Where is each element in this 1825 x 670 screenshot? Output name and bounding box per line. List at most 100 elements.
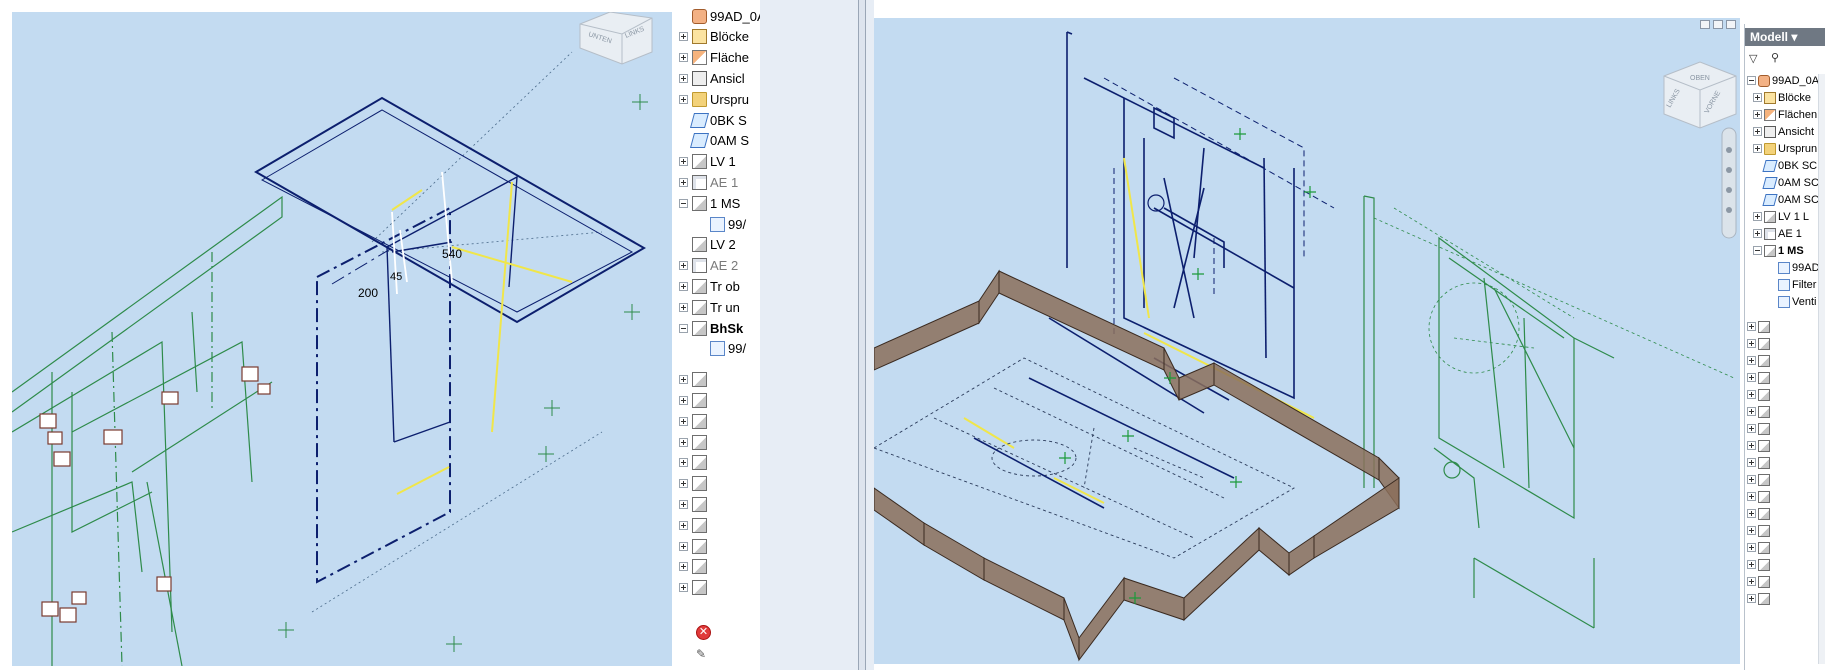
left-tree-item[interactable]: BhSk [679, 318, 743, 338]
expand-icon[interactable] [1747, 475, 1756, 484]
left-tree-item[interactable]: 0BK S [679, 110, 747, 130]
expand-icon[interactable] [1753, 127, 1762, 136]
right-tree-item-collapsed[interactable] [1747, 437, 1773, 454]
right-tree-item-collapsed[interactable] [1747, 335, 1773, 352]
right-tree-item-collapsed[interactable] [1747, 471, 1773, 488]
right-tree-item-collapsed[interactable] [1747, 522, 1773, 539]
splitter-bar[interactable] [858, 0, 866, 670]
left-tree-item[interactable]: LV 2 [679, 235, 736, 255]
expand-icon[interactable] [1747, 373, 1756, 382]
expand-icon[interactable] [679, 157, 688, 167]
expand-icon[interactable] [1747, 458, 1756, 467]
expand-icon[interactable] [679, 583, 688, 593]
expand-icon[interactable] [1753, 144, 1762, 153]
expand-icon[interactable] [1747, 492, 1756, 501]
right-tree-item[interactable]: AE 1 [1753, 225, 1802, 242]
right-tree-item[interactable]: 99AD [1767, 259, 1820, 276]
right-tree-item-collapsed[interactable] [1747, 420, 1773, 437]
right-tree-item-collapsed[interactable] [1747, 539, 1773, 556]
expand-icon[interactable] [1747, 509, 1756, 518]
right-tree-item-collapsed[interactable] [1747, 318, 1773, 335]
expand-icon[interactable] [1747, 594, 1756, 603]
expand-icon[interactable] [679, 499, 688, 509]
right-viewcube[interactable]: OBEN LINKS VORNE [1663, 61, 1737, 129]
left-tree-item[interactable]: 0AM S [679, 131, 749, 151]
right-tree-item-collapsed[interactable] [1747, 573, 1773, 590]
expand-icon[interactable] [1753, 93, 1762, 102]
left-tree-item-collapsed[interactable] [679, 557, 710, 577]
right-tree-item[interactable]: 0AM SC [1753, 174, 1819, 191]
left-tree-item-collapsed[interactable] [679, 370, 710, 390]
left-tree-item-collapsed[interactable] [679, 536, 710, 556]
expand-icon[interactable] [1747, 356, 1756, 365]
expand-icon[interactable] [1753, 110, 1762, 119]
collapse-icon[interactable] [679, 198, 688, 208]
right-tree-item[interactable]: 0AM SC [1753, 191, 1819, 208]
expand-icon[interactable] [679, 520, 688, 530]
tree-scrollbar[interactable] [1818, 74, 1825, 664]
left-tree-item-collapsed[interactable] [679, 494, 710, 514]
expand-icon[interactable] [679, 416, 688, 426]
expand-icon[interactable] [679, 541, 688, 551]
expand-icon[interactable] [679, 458, 688, 468]
left-tree-item[interactable]: Urspru [679, 89, 749, 109]
right-tree-item-collapsed[interactable] [1747, 386, 1773, 403]
expand-icon[interactable] [1753, 229, 1762, 238]
left-tree-item[interactable]: Tr un [679, 297, 740, 317]
right-tree-item-collapsed[interactable] [1747, 352, 1773, 369]
right-tree-item[interactable]: 99AD_0A C [1747, 72, 1825, 89]
expand-icon[interactable] [679, 261, 688, 271]
left-tree-item-collapsed[interactable] [679, 515, 710, 535]
expand-icon[interactable] [679, 395, 688, 405]
left-tree-item[interactable]: Ansicl [679, 68, 745, 88]
right-tree-item-collapsed[interactable] [1747, 369, 1773, 386]
restore-icon[interactable] [1713, 20, 1723, 29]
left-tree-item[interactable]: 99/ [697, 214, 746, 234]
expand-icon[interactable] [679, 73, 688, 83]
right-tree-item-collapsed[interactable] [1747, 590, 1773, 607]
left-tree-item[interactable]: 1 MS [679, 193, 740, 213]
close-icon[interactable] [1726, 20, 1736, 29]
expand-icon[interactable] [1747, 526, 1756, 535]
expand-icon[interactable] [679, 302, 688, 312]
left-tree-error-item[interactable]: ✕ [692, 622, 714, 642]
expand-icon[interactable] [1747, 339, 1756, 348]
left-viewcube[interactable]: UNTEN LINKS [579, 12, 653, 65]
collapse-icon[interactable] [1753, 246, 1762, 255]
minimize-icon[interactable] [1700, 20, 1710, 29]
expand-icon[interactable] [1747, 543, 1756, 552]
left-tree-item-collapsed[interactable] [679, 474, 710, 494]
expand-icon[interactable] [1747, 390, 1756, 399]
collapse-icon[interactable] [679, 323, 688, 333]
expand-icon[interactable] [1747, 577, 1756, 586]
expand-icon[interactable] [679, 479, 688, 489]
left-tree-item-collapsed[interactable] [679, 411, 710, 431]
left-tree-item-collapsed[interactable] [679, 453, 710, 473]
expand-icon[interactable] [679, 53, 688, 63]
expand-icon[interactable] [679, 562, 688, 572]
right-tree-item-collapsed[interactable] [1747, 454, 1773, 471]
pane-splitter[interactable] [760, 0, 874, 670]
right-3d-viewport[interactable]: OBEN LINKS VORNE [874, 18, 1740, 664]
right-tree-item[interactable]: 0BK SC [1753, 157, 1817, 174]
expand-icon[interactable] [1747, 322, 1756, 331]
right-tree-item[interactable]: Ansicht [1753, 123, 1814, 140]
expand-icon[interactable] [1747, 424, 1756, 433]
left-tree-item[interactable]: Blöcke [679, 27, 749, 47]
left-tree-item[interactable]: 99/ [697, 339, 746, 359]
navigation-bar[interactable] [1721, 127, 1737, 239]
binoculars-icon[interactable]: ⚲ [1771, 51, 1779, 64]
right-tree-item-collapsed[interactable] [1747, 403, 1773, 420]
left-tree-item-collapsed[interactable] [679, 578, 710, 598]
left-tree-item-collapsed[interactable] [679, 432, 710, 452]
right-tree-item[interactable]: Venti [1767, 293, 1816, 310]
expand-icon[interactable] [679, 177, 688, 187]
left-tree-item[interactable]: Tr ob [679, 276, 740, 296]
right-tree-item-collapsed[interactable] [1747, 488, 1773, 505]
left-tree-item[interactable]: Fläche [679, 48, 749, 68]
right-tree-item-collapsed[interactable] [1747, 505, 1773, 522]
expand-icon[interactable] [679, 94, 688, 104]
left-tree-item[interactable]: 99AD_0A [679, 6, 760, 26]
expand-icon[interactable] [1747, 441, 1756, 450]
expand-icon[interactable] [679, 437, 688, 447]
